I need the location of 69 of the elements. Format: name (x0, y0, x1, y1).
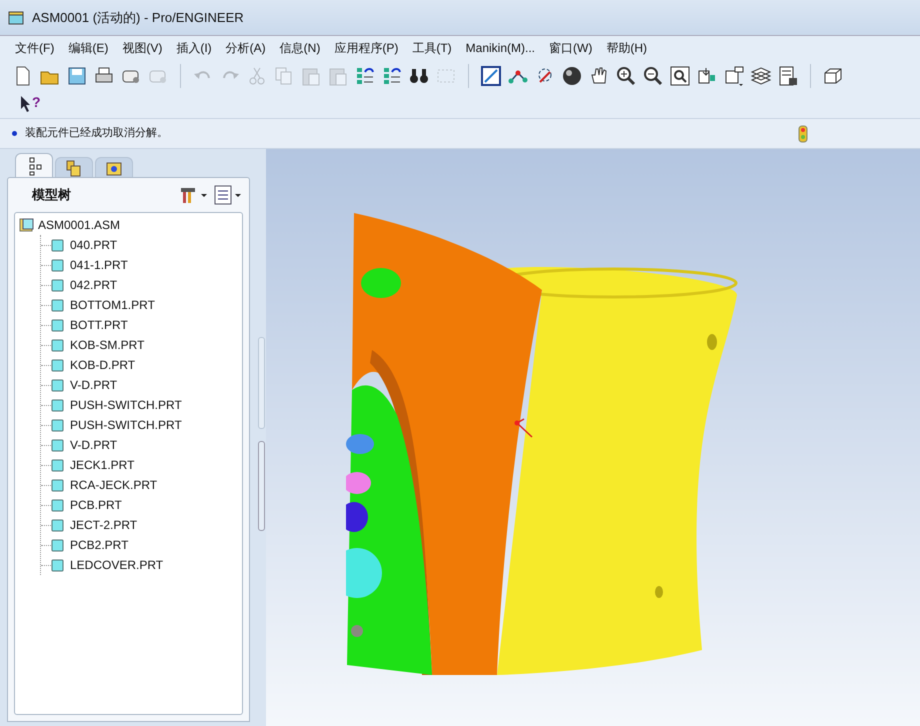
menu-item[interactable]: 信息(N) (272, 39, 328, 57)
part-icon (51, 418, 65, 432)
regenerate-icon[interactable] (354, 65, 376, 87)
splitter-handle[interactable] (258, 441, 265, 531)
assembly-icon (19, 217, 35, 233)
tree-item[interactable]: V-D.PRT (70, 436, 118, 454)
menu-item[interactable]: 插入(I) (169, 39, 219, 57)
tree-item[interactable]: V-D.PRT (70, 376, 118, 394)
menu-item[interactable]: 工具(T) (405, 39, 459, 57)
tree-item[interactable]: PUSH-SWITCH.PRT (70, 396, 182, 414)
app-icon (8, 10, 24, 24)
regenerate-icon[interactable] (381, 65, 403, 87)
part-icon (51, 518, 65, 532)
menu-item[interactable]: 文件(F) (8, 39, 62, 57)
part-icon (51, 238, 65, 252)
menu-item[interactable]: 分析(A) (218, 39, 273, 57)
tools-menu-icon[interactable] (179, 185, 209, 205)
menu-item[interactable]: 帮助(H) (599, 39, 654, 57)
status-message: 装配元件已经成功取消分解。 (25, 126, 168, 142)
tree-item[interactable]: PCB.PRT (70, 496, 122, 514)
part-icon (51, 378, 65, 392)
tree-item[interactable]: KOB-D.PRT (70, 356, 136, 374)
part-icon (51, 558, 65, 572)
panel-tab[interactable] (15, 153, 53, 177)
splitter-handle[interactable] (258, 337, 265, 429)
part-icon (51, 538, 65, 552)
pointer-icon (20, 95, 32, 113)
zoom-fit-icon[interactable] (669, 65, 691, 87)
tree-item[interactable]: RCA-JECK.PRT (70, 476, 158, 494)
menu-item[interactable]: 应用程序(P) (327, 39, 406, 57)
show-menu-icon[interactable] (213, 185, 243, 205)
tree-item[interactable]: JECT-2.PRT (70, 516, 138, 534)
part-icon (51, 278, 65, 292)
window-title: ASM0001 (活动的) - Pro/ENGINEER (32, 8, 244, 27)
tree-item[interactable]: 041-1.PRT (70, 256, 128, 274)
tree-item[interactable]: KOB-SM.PRT (70, 336, 144, 354)
part-icon (51, 398, 65, 412)
part-icon (51, 458, 65, 472)
traffic-light-icon[interactable] (798, 124, 808, 142)
tree-item[interactable]: 042.PRT (70, 276, 118, 294)
tree-item[interactable]: ASM0001.ASM (38, 216, 120, 234)
sphere-icon[interactable] (561, 65, 583, 87)
part-icon (51, 258, 65, 272)
tree-item[interactable]: JECK1.PRT (70, 456, 134, 474)
zoom-in-icon[interactable] (615, 65, 637, 87)
menu-item[interactable]: 窗口(W) (542, 39, 600, 57)
panel-title: 模型树 (32, 186, 71, 204)
zoom-out-icon[interactable] (642, 65, 664, 87)
status-bullet-icon (12, 131, 17, 136)
menu-item[interactable]: Manikin(M)... (458, 39, 542, 57)
tree-item[interactable]: 040.PRT (70, 236, 118, 254)
tree-item[interactable]: PCB2.PRT (70, 536, 128, 554)
part-icon (51, 438, 65, 452)
part-icon (51, 318, 65, 332)
tree-item[interactable]: PUSH-SWITCH.PRT (70, 416, 182, 434)
part-icon (51, 298, 65, 312)
save-icon[interactable] (66, 65, 88, 87)
part-icon (51, 358, 65, 372)
tree-item[interactable]: LEDCOVER.PRT (70, 556, 164, 574)
menu-item[interactable]: 编辑(E) (61, 39, 116, 57)
context-help-button[interactable]: ? (20, 95, 41, 115)
part-icon (51, 478, 65, 492)
part-icon (51, 338, 65, 352)
saved-views-icon[interactable] (723, 65, 745, 87)
menu-item[interactable]: 视图(V) (115, 39, 170, 57)
part-icon (51, 498, 65, 512)
tree-item[interactable]: BOTTOM1.PRT (70, 296, 155, 314)
tree-item[interactable]: BOTT.PRT (70, 316, 128, 334)
layers-icon[interactable] (750, 65, 772, 87)
